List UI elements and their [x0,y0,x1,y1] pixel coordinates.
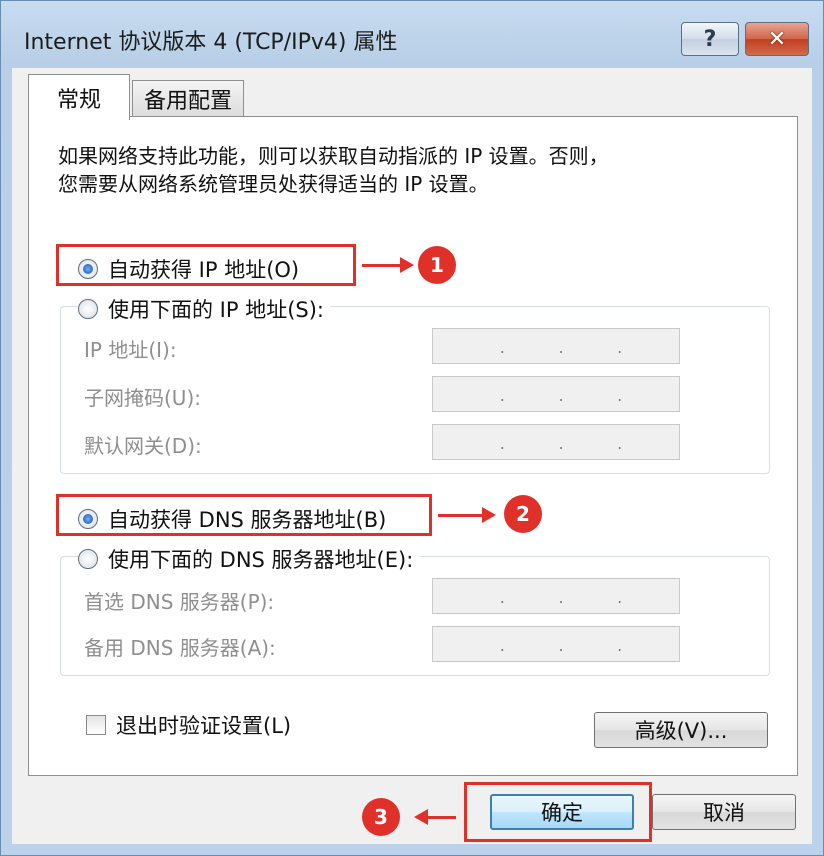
manual-ip-radio[interactable] [78,299,98,319]
intro-line-1: 如果网络支持此功能，则可以获取自动指派的 IP 设置。否则， [58,144,609,168]
ip-dot: . [558,434,564,453]
annotation-arrow-2 [438,514,484,517]
cancel-button[interactable]: 取消 [652,794,796,830]
annotation-arrow-1 [362,264,402,267]
close-button[interactable]: ✕ [745,22,809,56]
tab-alternate-configuration[interactable]: 备用配置 [132,80,244,116]
ip-dot: . [499,636,505,655]
default-gateway-label: 默认网关(D): [84,434,202,458]
annotation-arrow-head-1 [400,257,414,273]
close-icon: ✕ [767,26,787,52]
ip-address-input[interactable]: . . . [432,328,680,364]
alternate-dns-input[interactable]: . . . [432,626,680,662]
ip-dot: . [617,338,623,357]
help-button[interactable]: ? [681,22,739,56]
annotation-badge-3: 3 [362,798,400,836]
ip-dot: . [499,434,505,453]
ip-dot: . [617,386,623,405]
ip-dot: . [617,588,623,607]
ip-dot: . [617,434,623,453]
annotation-badge-1: 1 [418,246,456,284]
help-icon: ? [703,26,717,52]
preferred-dns-input[interactable]: . . . [432,578,680,614]
intro-line-2: 您需要从网络系统管理员处获得适当的 IP 设置。 [58,172,489,196]
ip-dot: . [558,636,564,655]
annotation-box-3 [464,782,652,842]
ip-dot: . [499,386,505,405]
page: Internet 协议版本 4 (TCP/IPv4) 属性 ? ✕ 常规 备用配… [0,0,824,856]
manual-ip-radio-row[interactable]: 使用下面的 IP 地址(S): [78,294,330,324]
manual-dns-radio-row[interactable]: 使用下面的 DNS 服务器地址(E): [78,544,420,574]
annotation-badge-2: 2 [504,495,542,533]
ip-dot: . [558,588,564,607]
validate-settings-label: 退出时验证设置(L) [116,714,292,738]
subnet-mask-label: 子网掩码(U): [84,386,201,410]
manual-dns-radio[interactable] [78,549,98,569]
manual-ip-label: 使用下面的 IP 地址(S): [108,298,324,322]
ip-dot: . [499,588,505,607]
ip-address-label: IP 地址(I): [84,338,177,362]
annotation-box-2 [56,494,432,536]
ip-dot: . [558,338,564,357]
validate-settings-row[interactable]: 退出时验证设置(L) [86,710,291,740]
ip-dot: . [499,338,505,357]
manual-dns-label: 使用下面的 DNS 服务器地址(E): [108,548,414,572]
annotation-box-1 [56,244,356,286]
tab-general[interactable]: 常规 [28,74,130,120]
ip-dot: . [558,386,564,405]
intro-text: 如果网络支持此功能，则可以获取自动指派的 IP 设置。否则， 您需要从网络系统管… [58,142,609,198]
validate-settings-checkbox[interactable] [86,715,106,735]
alternate-dns-label: 备用 DNS 服务器(A): [84,636,276,660]
default-gateway-input[interactable]: . . . [432,424,680,460]
window-title: Internet 协议版本 4 (TCP/IPv4) 属性 [24,30,398,55]
ip-dot: . [617,636,623,655]
annotation-arrow-head-2 [482,507,496,523]
advanced-button[interactable]: 高级(V)... [594,712,768,748]
subnet-mask-input[interactable]: . . . [432,376,680,412]
preferred-dns-label: 首选 DNS 服务器(P): [84,590,275,614]
annotation-arrow-3 [426,816,456,819]
